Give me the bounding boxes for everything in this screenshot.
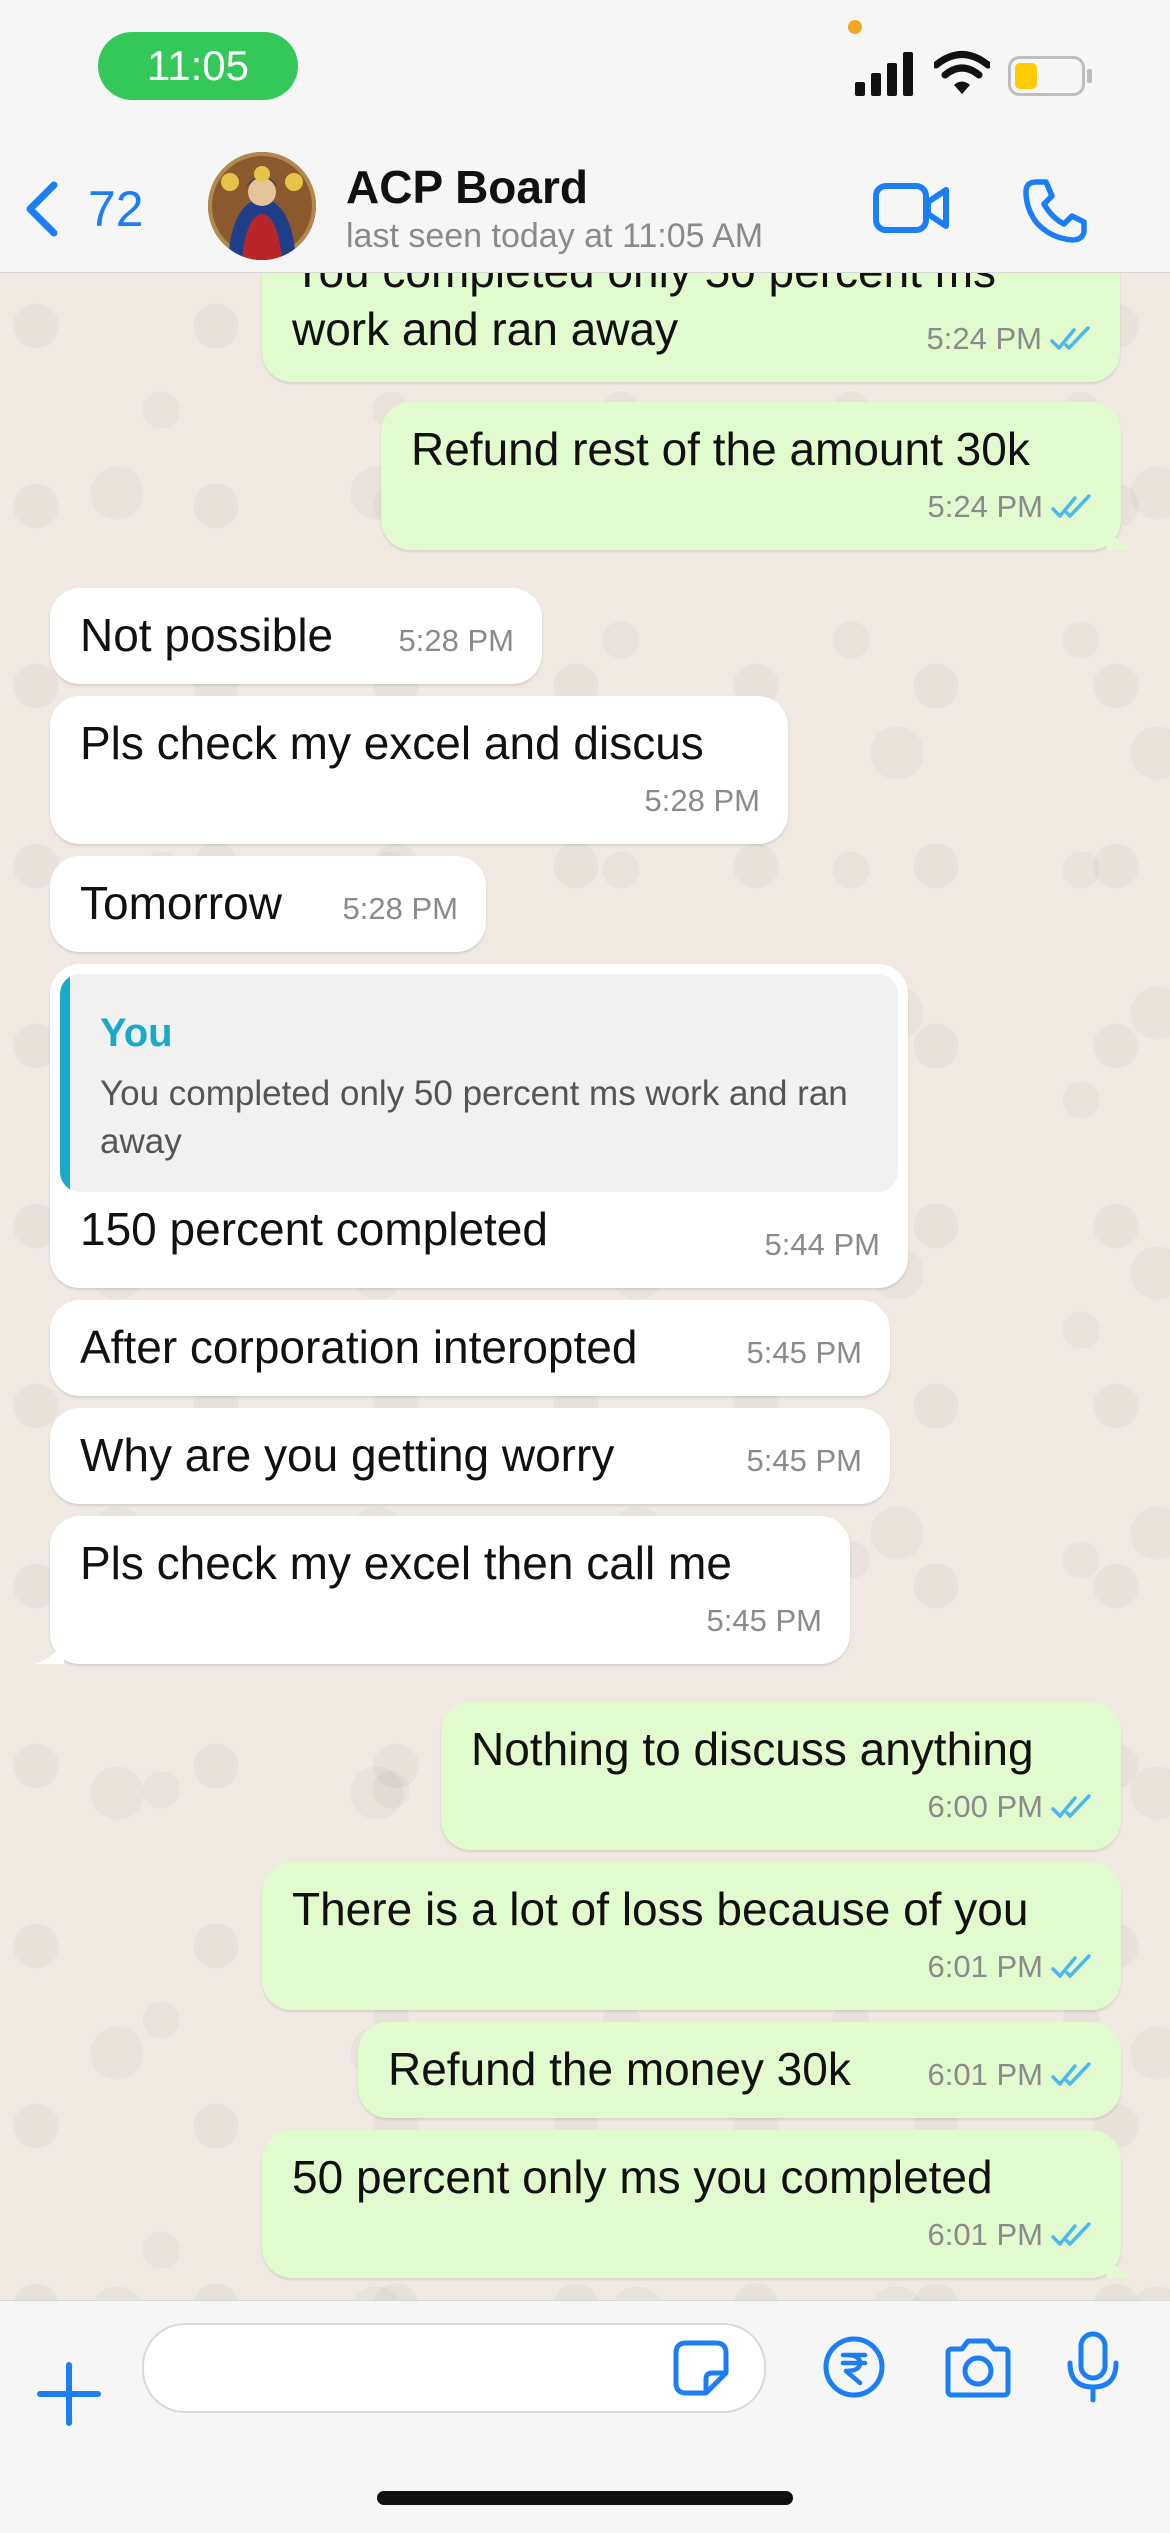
message-meta: 5:24 PM (928, 478, 1093, 536)
message-time: 6:01 PM (927, 2057, 1043, 2092)
camera-icon[interactable] (942, 2337, 1014, 2399)
message-incoming-reply[interactable]: You You completed only 50 percent ms wor… (50, 964, 908, 1288)
message-incoming[interactable]: Tomorrow 5:28 PM (50, 856, 486, 952)
quote-accent-bar (60, 974, 70, 1192)
message-text: 50 percent only ms you completed (292, 2151, 993, 2203)
message-meta: 5:45 PM (747, 1432, 862, 1490)
quoted-sender: You (100, 1011, 173, 1055)
back-chevron-icon (26, 181, 58, 237)
wifi-icon (934, 51, 990, 94)
battery-icon (1008, 56, 1092, 96)
video-call-icon[interactable] (872, 178, 952, 238)
message-text-line-2: work and ran away (292, 303, 679, 355)
double-check-icon (1051, 1954, 1091, 1978)
message-text: There is a lot of loss because of you (292, 1883, 1029, 1935)
message-time: 5:28 PM (342, 891, 458, 926)
message-meta: 5:45 PM (747, 1324, 862, 1382)
message-text: Not possible (80, 609, 334, 661)
message-text: 150 percent completed (80, 1203, 548, 1255)
message-time: 5:45 PM (746, 1443, 862, 1478)
message-outgoing[interactable]: Nothing to discuss anything 6:00 PM (441, 1702, 1121, 1850)
message-text: Tomorrow (80, 877, 282, 929)
cellular-signal-icon (855, 52, 913, 96)
message-meta: 6:00 PM (928, 1778, 1093, 1836)
contact-name: ACP Board (346, 161, 588, 213)
message-text: After corporation interopted (80, 1321, 638, 1373)
message-outgoing[interactable]: Refund the money 30k 6:01 PM (358, 2022, 1121, 2118)
message-time: 6:01 PM (927, 2217, 1043, 2252)
message-text: Pls check my excel then call me (80, 1537, 732, 1589)
message-meta: 5:28 PM (645, 772, 760, 830)
message-text: Why are you getting worry (80, 1429, 615, 1481)
message-meta: 5:28 PM (399, 612, 514, 670)
message-outgoing[interactable]: 50 percent only ms you completed 6:01 PM (262, 2130, 1137, 2278)
message-text-line-1: You completed only 50 percent ms (292, 272, 996, 300)
message-time: 6:00 PM (927, 1789, 1043, 1824)
rupee-payment-icon[interactable] (822, 2335, 886, 2399)
message-time: 6:01 PM (927, 1949, 1043, 1984)
status-time: 11:05 (98, 32, 298, 100)
privacy-indicator-dot (848, 20, 862, 34)
message-time: 5:24 PM (926, 321, 1042, 356)
sticker-icon[interactable] (672, 2339, 730, 2397)
message-incoming[interactable]: After corporation interopted 5:45 PM (50, 1300, 890, 1396)
avatar[interactable] (208, 152, 316, 260)
double-check-icon (1050, 326, 1090, 350)
message-incoming[interactable]: Why are you getting worry 5:45 PM (50, 1408, 890, 1504)
message-time: 5:44 PM (764, 1227, 880, 1262)
double-check-icon (1051, 2222, 1091, 2246)
quoted-message[interactable]: You You completed only 50 percent ms wor… (60, 974, 898, 1192)
message-time: 5:45 PM (746, 1335, 862, 1370)
double-check-icon (1051, 494, 1091, 518)
message-text: Nothing to discuss anything (471, 1723, 1034, 1775)
message-text: Refund rest of the amount 30k (411, 423, 1030, 475)
phone-icon[interactable] (1022, 178, 1088, 244)
message-meta: 5:45 PM (707, 1592, 822, 1650)
back-button[interactable]: 72 (22, 174, 144, 244)
unread-count: 72 (88, 181, 144, 237)
microphone-icon[interactable] (1064, 2331, 1122, 2403)
message-input[interactable] (142, 2323, 766, 2413)
composer-bar (0, 2300, 1170, 2533)
message-incoming[interactable]: Pls check my excel then call me 5:45 PM (34, 1516, 850, 1664)
contact-last-seen: last seen today at 11:05 AM (346, 217, 764, 255)
message-incoming[interactable]: Not possible 5:28 PM (50, 588, 542, 684)
message-meta: 5:24 PM (927, 310, 1092, 368)
message-meta: 5:28 PM (343, 880, 458, 938)
message-text: Refund the money 30k (388, 2043, 851, 2095)
status-bar: 11:05 (0, 0, 1170, 150)
message-time: 5:24 PM (927, 489, 1043, 524)
message-outgoing[interactable]: Refund rest of the amount 30k 5:24 PM (381, 402, 1137, 550)
message-meta: 6:01 PM (928, 2206, 1093, 2264)
message-outgoing[interactable]: You completed only 50 percent ms work an… (262, 272, 1120, 382)
plus-icon[interactable] (36, 2361, 102, 2427)
quoted-text: You completed only 50 percent ms work an… (100, 1074, 848, 1161)
bubble-tail (34, 1634, 64, 1664)
home-indicator[interactable] (377, 2491, 793, 2505)
message-time: 5:28 PM (398, 623, 514, 658)
message-meta: 5:44 PM (765, 1216, 880, 1274)
message-time: 5:28 PM (644, 783, 760, 818)
double-check-icon (1051, 2062, 1091, 2086)
message-text: Pls check my excel and discus (80, 717, 704, 769)
contact-info[interactable]: ACP Board last seen today at 11:05 AM (346, 160, 763, 258)
bubble-tail (1107, 2248, 1137, 2278)
message-list[interactable]: You completed only 50 percent ms work an… (0, 272, 1170, 2300)
chat-header: 72 ACP Board last seen today at 11:05 AM (0, 150, 1170, 273)
double-check-icon (1051, 1794, 1091, 1818)
message-meta: 6:01 PM (928, 1938, 1093, 1996)
avatar-image (208, 152, 316, 260)
message-outgoing[interactable]: There is a lot of loss because of you 6:… (262, 1862, 1121, 2010)
message-incoming[interactable]: Pls check my excel and discus 5:28 PM (50, 696, 788, 844)
bubble-tail (1107, 520, 1137, 550)
message-meta: 6:01 PM (928, 2046, 1093, 2104)
message-time: 5:45 PM (706, 1603, 822, 1638)
